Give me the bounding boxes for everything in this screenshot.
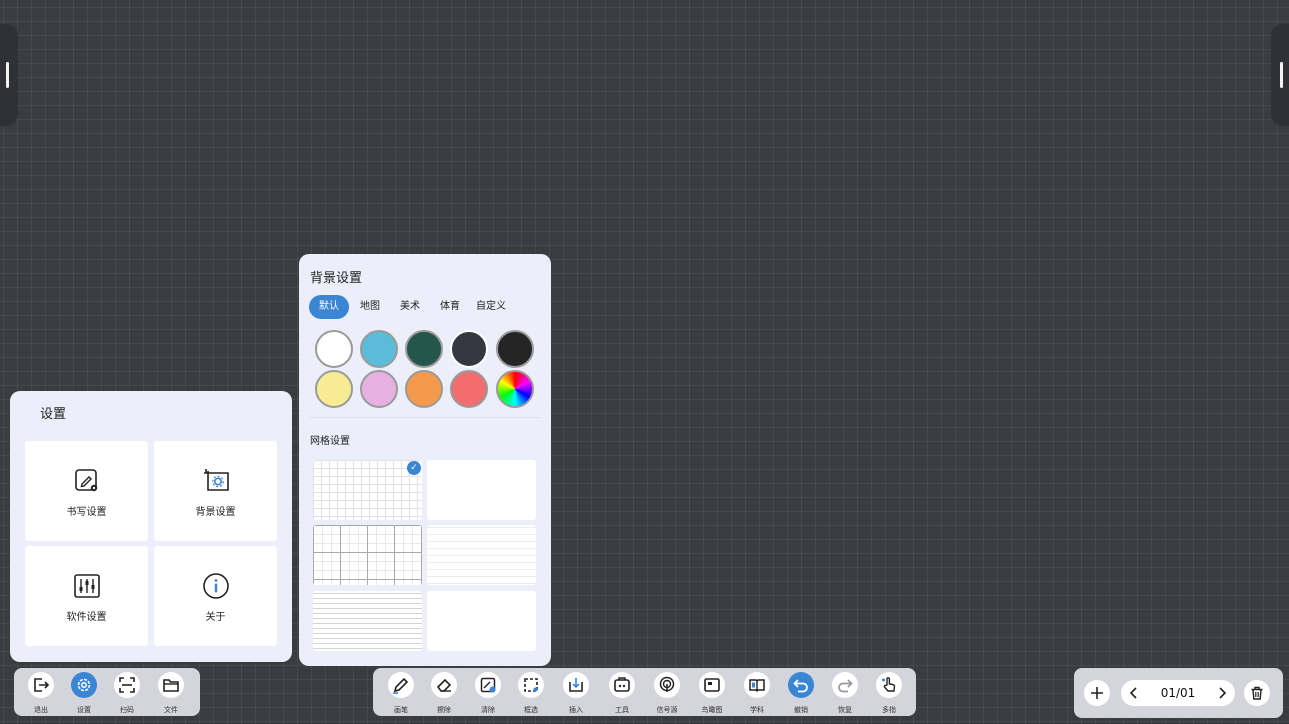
touch-icon — [882, 677, 896, 692]
grid-option-lines-dense[interactable] — [313, 591, 422, 651]
insert-icon — [569, 678, 583, 692]
overview-button[interactable]: 鸟瞰图 — [692, 668, 732, 716]
color-swatch-dark-green[interactable] — [405, 330, 443, 368]
page-indicator: 01/01 — [1121, 680, 1235, 706]
pen-settings-icon — [74, 469, 97, 492]
color-swatch-charcoal[interactable] — [450, 330, 488, 368]
color-swatch-pink[interactable] — [360, 370, 398, 408]
color-swatch-red[interactable] — [450, 370, 488, 408]
chevron-right-icon[interactable] — [1215, 686, 1229, 700]
left-edge-handle[interactable] — [0, 24, 18, 126]
settings-title: 设置 — [40, 407, 67, 422]
tab-art[interactable]: 美术 — [391, 295, 429, 319]
background-settings-icon — [203, 469, 229, 491]
add-page-button[interactable] — [1084, 680, 1110, 706]
undo-icon — [793, 679, 808, 693]
redo-icon — [838, 679, 853, 693]
signal-icon — [659, 676, 675, 692]
grid-option-square-fine[interactable]: ✓ — [313, 460, 422, 520]
multi-touch-button[interactable]: 多指 — [869, 668, 909, 716]
background-settings-panel: 背景设置 默认 地图 美术 体育 自定义 网格设置 ✓ — [299, 254, 551, 666]
overview-icon — [704, 678, 720, 692]
tab-map[interactable]: 地图 — [351, 295, 389, 319]
sliders-icon — [73, 574, 100, 598]
info-icon — [202, 573, 229, 599]
main-toolbar: 画笔 擦除 清除 框选 插入 工具 信号源 鸟瞰图 学科 撤销 恢复 多指 — [373, 668, 916, 716]
selected-check-icon: ✓ — [407, 461, 421, 475]
grid-option-lines-light[interactable] — [427, 525, 536, 585]
insert-button[interactable]: 插入 — [556, 668, 596, 716]
book-icon — [749, 679, 765, 693]
chevron-left-icon[interactable] — [1127, 686, 1141, 700]
background-settings-card[interactable]: 背景设置 — [154, 441, 277, 541]
page-navigator: 01/01 — [1074, 668, 1283, 718]
eraser-icon — [436, 678, 452, 692]
color-swatch-yellow[interactable] — [315, 370, 353, 408]
settings-panel: 设置 书写设置 背景设置 软件设置 关于 — [10, 391, 292, 662]
gear-icon — [77, 678, 91, 692]
exit-button[interactable]: 退出 — [21, 668, 61, 716]
plus-icon — [1091, 687, 1103, 699]
signal-source-button[interactable]: 信号源 — [647, 668, 687, 716]
tab-custom[interactable]: 自定义 — [471, 295, 511, 319]
left-toolbar: 退出 设置 扫码 文件 — [14, 668, 200, 716]
delete-page-button[interactable] — [1244, 680, 1270, 706]
grid-option-blank[interactable] — [427, 460, 536, 520]
tab-default[interactable]: 默认 — [309, 295, 349, 319]
color-swatch-custom-rainbow[interactable] — [496, 370, 534, 408]
card-label: 关于 — [205, 612, 226, 623]
grid-option-blank-alt[interactable] — [427, 591, 536, 651]
pen-button[interactable]: 画笔 — [381, 668, 421, 716]
card-label: 软件设置 — [66, 612, 107, 623]
grid-option-square-bold[interactable] — [313, 525, 422, 585]
tool-label: 文件 — [164, 706, 178, 714]
file-button[interactable]: 文件 — [151, 668, 191, 716]
undo-button[interactable]: 撤销 — [781, 668, 821, 716]
card-label: 背景设置 — [195, 507, 236, 518]
color-swatch-black[interactable] — [496, 330, 534, 368]
clear-icon — [480, 677, 496, 693]
redo-button[interactable]: 恢复 — [825, 668, 865, 716]
writing-settings-card[interactable]: 书写设置 — [25, 441, 148, 541]
subject-button[interactable]: 学科 — [737, 668, 777, 716]
tool-label: 多指 — [882, 706, 896, 714]
tab-sports[interactable]: 体育 — [431, 295, 469, 319]
select-icon — [524, 678, 538, 692]
page-counter: 01/01 — [1160, 686, 1196, 700]
color-swatch-light-blue[interactable] — [360, 330, 398, 368]
card-label: 书写设置 — [66, 507, 107, 518]
toolbox-icon — [614, 677, 630, 692]
tool-label: 插入 — [569, 706, 583, 714]
settings-button[interactable]: 设置 — [64, 668, 104, 716]
scan-icon — [119, 677, 135, 693]
tools-button[interactable]: 工具 — [602, 668, 642, 716]
handle-bar-icon — [6, 62, 9, 88]
color-swatch-orange[interactable] — [405, 370, 443, 408]
grid-settings-title: 网格设置 — [310, 436, 350, 447]
handle-bar-icon — [1280, 62, 1283, 88]
background-panel-title: 背景设置 — [310, 271, 363, 286]
trash-icon — [1251, 686, 1263, 700]
folder-icon — [163, 679, 179, 692]
divider — [309, 417, 541, 418]
exit-icon — [34, 678, 50, 692]
eraser-button[interactable]: 擦除 — [424, 668, 464, 716]
clear-button[interactable]: 清除 — [468, 668, 508, 716]
color-swatch-white[interactable] — [315, 330, 353, 368]
software-settings-card[interactable]: 软件设置 — [25, 546, 148, 646]
about-card[interactable]: 关于 — [154, 546, 277, 646]
right-edge-handle[interactable] — [1271, 24, 1289, 126]
select-button[interactable]: 框选 — [511, 668, 551, 716]
pen-icon — [393, 677, 409, 694]
scan-button[interactable]: 扫码 — [107, 668, 147, 716]
